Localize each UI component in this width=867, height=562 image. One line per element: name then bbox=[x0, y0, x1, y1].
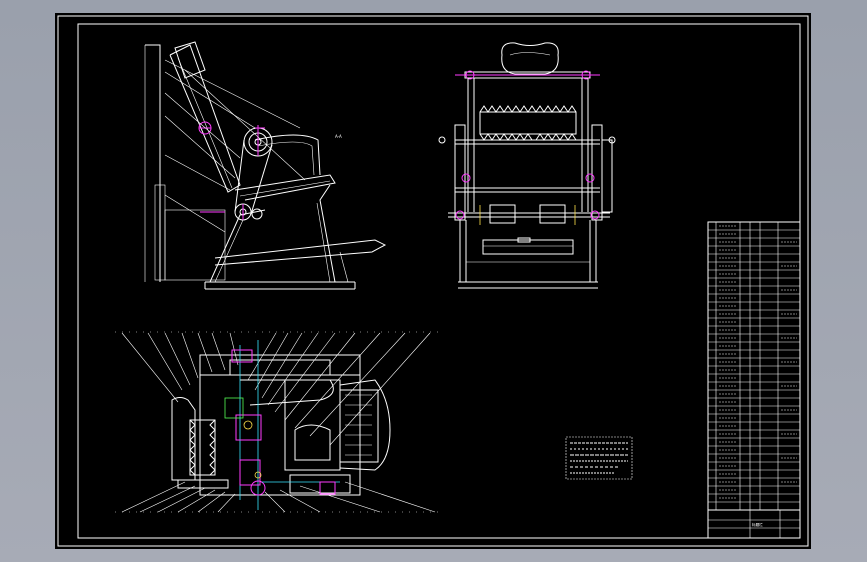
title-block-caption: 标题栏 bbox=[752, 522, 763, 527]
front-view bbox=[438, 42, 616, 289]
side-view: A-A bbox=[144, 41, 387, 290]
inner-frame bbox=[77, 23, 801, 539]
drawing-canvas: A-A 标题栏 bbox=[57, 15, 809, 547]
section-view bbox=[115, 331, 440, 513]
bill-of-materials: 标题栏 bbox=[707, 221, 801, 539]
outer-frame bbox=[57, 15, 809, 547]
side-view-label: A-A bbox=[335, 134, 342, 139]
cad-viewport[interactable]: A-A 标题栏 bbox=[0, 0, 867, 562]
technical-notes bbox=[565, 436, 633, 480]
